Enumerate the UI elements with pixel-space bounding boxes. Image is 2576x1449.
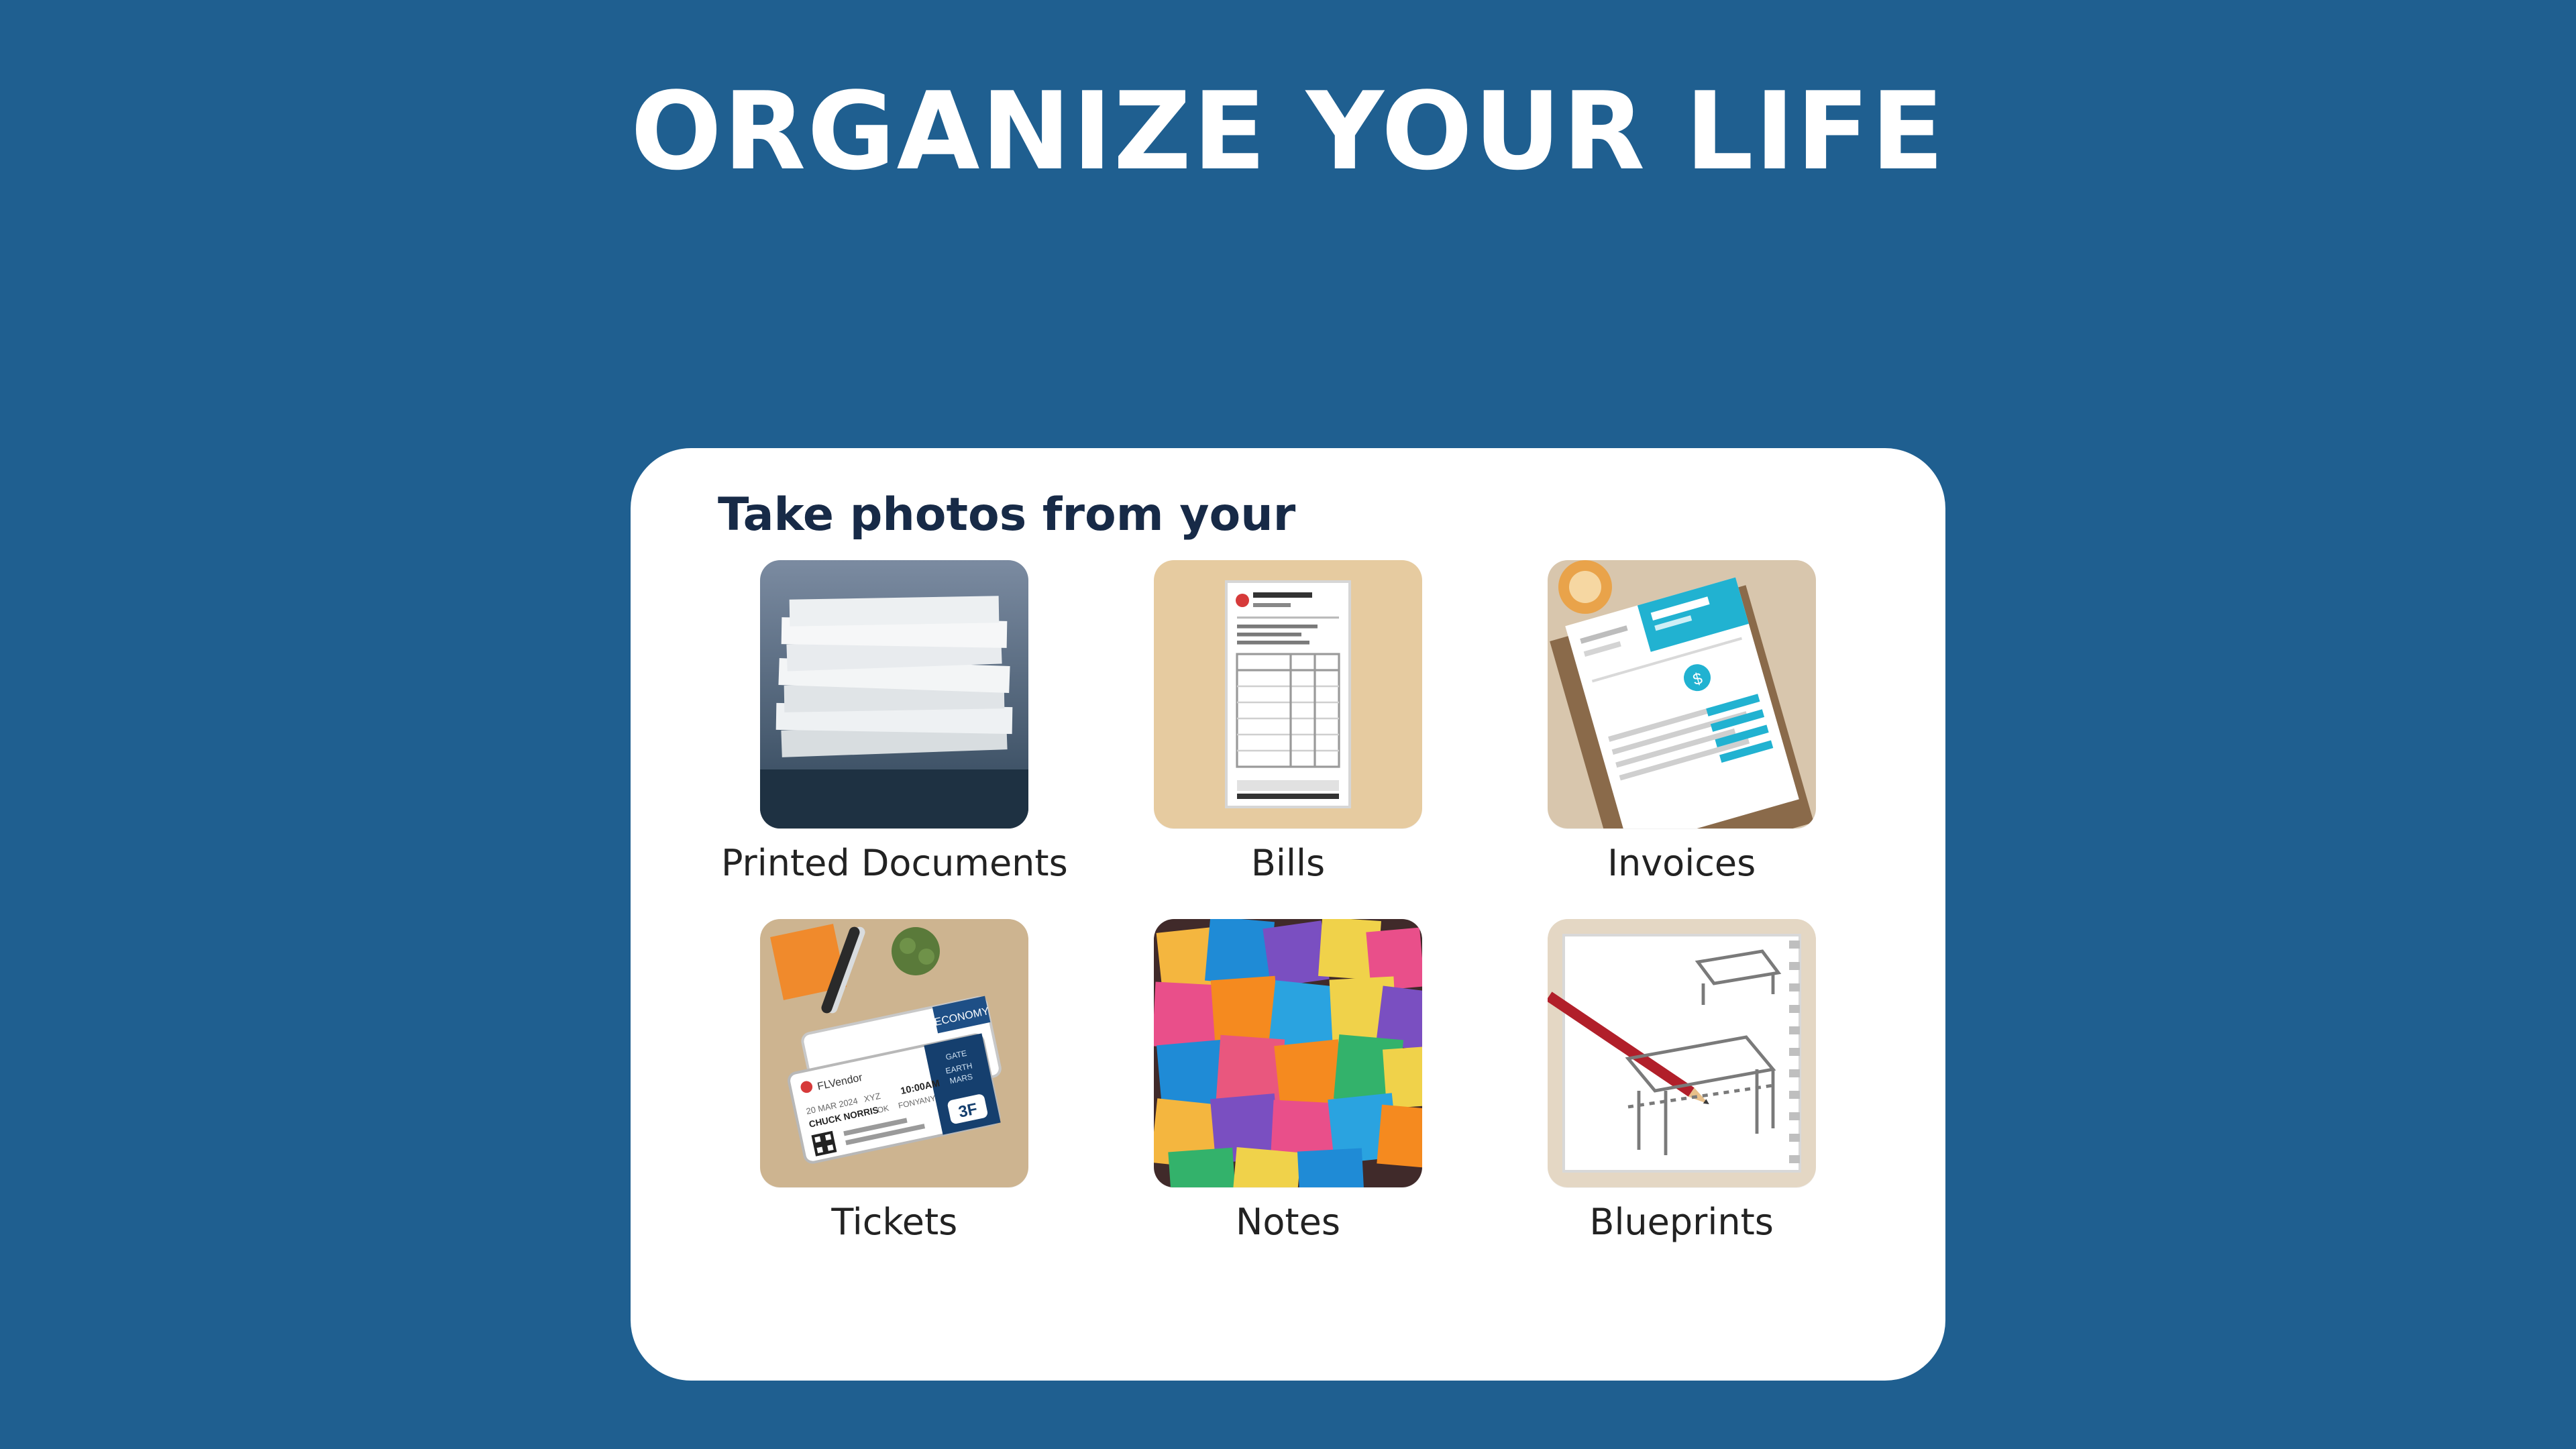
tile-blueprints[interactable]: Blueprints — [1505, 919, 1858, 1243]
blueprints-icon — [1548, 919, 1816, 1187]
tile-invoices[interactable]: $ Invoices — [1505, 560, 1858, 884]
notes-icon — [1154, 919, 1422, 1187]
bills-icon — [1154, 560, 1422, 828]
tile-printed-documents[interactable]: Printed Documents — [718, 560, 1071, 884]
tile-label: Notes — [1236, 1201, 1340, 1243]
tickets-icon: ECONOMY FLVendor 20 MAR 2024 XYZ 10:00AM… — [760, 919, 1028, 1187]
tile-label: Blueprints — [1589, 1201, 1774, 1243]
tile-label: Printed Documents — [721, 842, 1068, 884]
tile-bills[interactable]: Bills — [1112, 560, 1465, 884]
tile-label: Invoices — [1607, 842, 1756, 884]
invoices-icon: $ — [1548, 560, 1816, 828]
tile-label: Bills — [1251, 842, 1325, 884]
categories-card: Take photos from your — [631, 448, 1945, 1381]
printed-documents-icon — [760, 560, 1028, 828]
card-heading: Take photos from your — [718, 488, 1858, 541]
svg-text:3F: 3F — [957, 1099, 979, 1121]
page-title: ORGANIZE YOUR LIFE — [584, 67, 1992, 196]
tile-notes[interactable]: Notes — [1112, 919, 1465, 1243]
tile-tickets[interactable]: ECONOMY FLVendor 20 MAR 2024 XYZ 10:00AM… — [718, 919, 1071, 1243]
categories-grid: Printed Documents — [718, 560, 1858, 1243]
tile-label: Tickets — [831, 1201, 957, 1243]
